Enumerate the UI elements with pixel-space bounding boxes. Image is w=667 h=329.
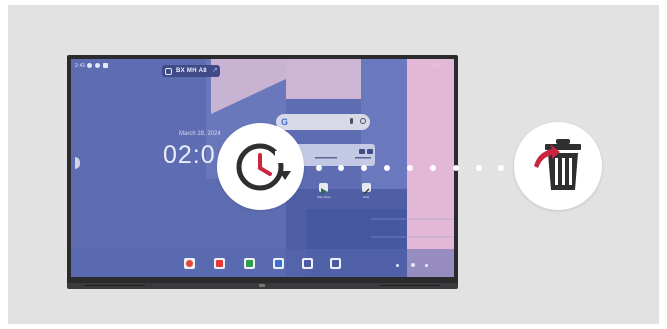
- lens-icon[interactable]: [360, 118, 366, 124]
- device-icon: [165, 67, 172, 75]
- settings-icon: [95, 63, 100, 68]
- status-icons: [87, 63, 108, 68]
- clock-schedule-icon: [236, 143, 291, 191]
- connector-dot: [384, 165, 390, 171]
- connector-dot: [453, 165, 459, 171]
- connector-dot: [361, 165, 367, 171]
- home-icon[interactable]: [411, 263, 415, 267]
- trash-delete-icon: [534, 139, 581, 190]
- drive-icon: [246, 260, 253, 267]
- edit-icon[interactable]: ↗: [212, 67, 220, 75]
- dock-chrome-app[interactable]: [184, 258, 195, 269]
- note-label: Note: [363, 195, 370, 199]
- monitor-bezel-bottom: [67, 283, 458, 289]
- date-text: March 28, 2024: [179, 131, 221, 137]
- recent-icon[interactable]: [425, 264, 428, 267]
- speaker-grille-left: [85, 285, 145, 286]
- gallery-icon: [332, 260, 339, 267]
- device-name-pill[interactable]: BX MH A8 ↗: [162, 65, 220, 77]
- status-time: 2:41: [75, 63, 86, 69]
- dock-files-app[interactable]: [302, 258, 313, 269]
- connector-dot: [476, 165, 482, 171]
- power-led: [259, 284, 265, 287]
- weather-widget-content: [315, 149, 373, 159]
- connector-dot: [498, 165, 504, 171]
- schedule-circle: [217, 123, 304, 210]
- dock-youtube-app[interactable]: [214, 258, 225, 269]
- play-store-label: Play Store: [317, 195, 331, 199]
- dock-gallery-app[interactable]: [330, 258, 341, 269]
- dock-drive-app[interactable]: [244, 258, 255, 269]
- connector-dot: [338, 165, 344, 171]
- dock-calendar-app[interactable]: [273, 258, 284, 269]
- speaker-grille-right: [380, 285, 440, 286]
- clock-time: 02:0: [163, 141, 216, 169]
- delete-circle: [514, 122, 602, 210]
- weather-widget[interactable]: [293, 144, 375, 166]
- microphone-icon[interactable]: [350, 118, 353, 124]
- notification-icon: [103, 63, 108, 68]
- connector-dot: [316, 165, 322, 171]
- wifi-icon: [87, 63, 92, 68]
- files-icon: [304, 260, 311, 267]
- youtube-icon: [216, 260, 223, 267]
- chrome-icon: [186, 260, 193, 267]
- connector-dot: [407, 165, 413, 171]
- connector-dot: [430, 165, 436, 171]
- back-icon[interactable]: [396, 264, 399, 267]
- calendar-icon: [275, 260, 282, 267]
- top-right-text[interactable]: Sign: [432, 63, 442, 69]
- note-shortcut[interactable]: [362, 183, 371, 195]
- play-store-shortcut[interactable]: [319, 183, 328, 195]
- device-name: BX MH A8: [176, 68, 207, 74]
